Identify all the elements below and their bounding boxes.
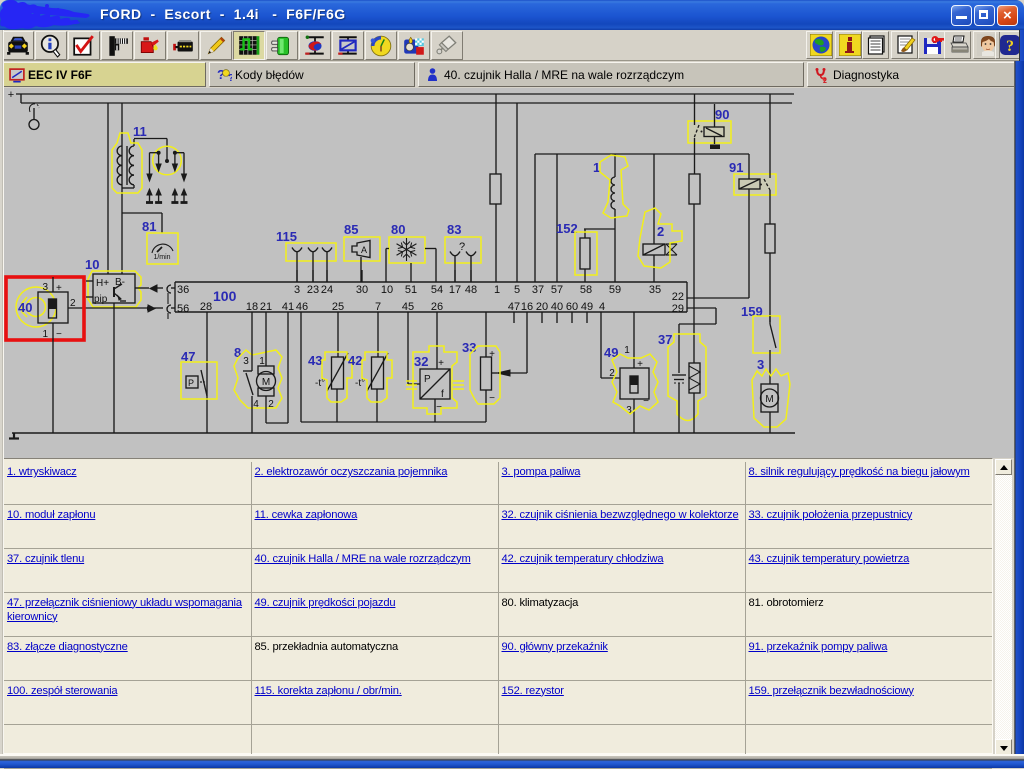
svg-text:43: 43 <box>308 353 322 368</box>
svg-text:20: 20 <box>536 301 548 313</box>
svg-text:-t°: -t° <box>315 378 325 389</box>
svg-text:3: 3 <box>757 357 764 372</box>
svg-text:2: 2 <box>823 78 827 83</box>
svg-text:A: A <box>361 245 367 255</box>
svg-text:P: P <box>424 374 431 385</box>
svg-text:29: 29 <box>672 303 684 315</box>
svg-text:2: 2 <box>268 399 274 410</box>
svg-text:16: 16 <box>521 301 533 313</box>
svg-text:42: 42 <box>348 353 362 368</box>
svg-text:M: M <box>262 377 270 388</box>
svg-text:P: P <box>188 378 194 388</box>
svg-text:2: 2 <box>70 298 76 309</box>
svg-text:40: 40 <box>18 300 32 315</box>
svg-text:90: 90 <box>715 107 729 122</box>
svg-text:1: 1 <box>624 345 630 356</box>
svg-text:11: 11 <box>133 124 147 139</box>
svg-text:21: 21 <box>260 301 272 313</box>
svg-text:H+: H+ <box>96 278 109 289</box>
svg-text:22: 22 <box>672 291 684 303</box>
svg-text:1/min: 1/min <box>153 254 170 261</box>
svg-text:32: 32 <box>414 354 428 369</box>
svg-text:B-: B- <box>115 277 125 288</box>
svg-text:58: 58 <box>580 284 592 296</box>
svg-text:−: − <box>489 393 495 404</box>
svg-text:pip: pip <box>94 294 108 305</box>
svg-text:+: + <box>56 283 62 294</box>
svg-text:3: 3 <box>626 405 632 416</box>
svg-text:49: 49 <box>581 301 593 313</box>
svg-text:41: 41 <box>282 301 294 313</box>
svg-text:46: 46 <box>296 301 308 313</box>
svg-text:51: 51 <box>405 284 417 296</box>
svg-text:18: 18 <box>246 301 258 313</box>
svg-text:59: 59 <box>609 284 621 296</box>
svg-text:81: 81 <box>142 219 156 234</box>
svg-text:85: 85 <box>344 222 358 237</box>
svg-text:26: 26 <box>431 301 443 313</box>
svg-text:M: M <box>765 394 773 405</box>
svg-text:1: 1 <box>593 160 600 175</box>
svg-text:5: 5 <box>514 284 520 296</box>
svg-text:+: + <box>8 89 14 101</box>
svg-text:30: 30 <box>356 284 368 296</box>
svg-text:3: 3 <box>294 284 300 296</box>
svg-text:33: 33 <box>462 340 476 355</box>
svg-text:10: 10 <box>85 257 99 272</box>
svg-text:?: ? <box>228 73 232 83</box>
svg-text:?: ? <box>459 241 465 253</box>
svg-text:4: 4 <box>599 301 605 313</box>
svg-text:80: 80 <box>391 222 405 237</box>
svg-text:54: 54 <box>431 284 443 296</box>
svg-text:1: 1 <box>259 356 265 367</box>
svg-text:115: 115 <box>276 229 297 244</box>
svg-text:25: 25 <box>332 301 344 313</box>
svg-text:17: 17 <box>449 284 461 296</box>
svg-text:3: 3 <box>243 356 249 367</box>
svg-text:7: 7 <box>375 301 381 313</box>
svg-text:49: 49 <box>604 345 618 360</box>
svg-text:3: 3 <box>42 282 48 293</box>
svg-text:+: + <box>637 359 643 370</box>
svg-text:1: 1 <box>494 284 500 296</box>
svg-text:57: 57 <box>551 284 563 296</box>
svg-text:35: 35 <box>649 284 661 296</box>
svg-text:48: 48 <box>465 284 477 296</box>
svg-text:56: 56 <box>177 303 189 315</box>
svg-text:1: 1 <box>42 329 48 340</box>
svg-text:60: 60 <box>566 301 578 313</box>
svg-text:40: 40 <box>551 301 563 313</box>
svg-text:10: 10 <box>381 284 393 296</box>
svg-text:83: 83 <box>447 222 461 237</box>
svg-text:−: − <box>56 329 62 340</box>
svg-text:45: 45 <box>402 301 414 313</box>
svg-text:f: f <box>441 389 444 400</box>
svg-text:37: 37 <box>532 284 544 296</box>
svg-text:24: 24 <box>321 284 333 296</box>
svg-text:4: 4 <box>253 399 259 410</box>
svg-text:23: 23 <box>307 284 319 296</box>
svg-text:−: − <box>643 396 649 407</box>
svg-text:?: ? <box>1006 38 1014 55</box>
svg-text:91: 91 <box>729 160 743 175</box>
svg-text:36: 36 <box>177 284 189 296</box>
svg-text:2: 2 <box>657 224 664 239</box>
svg-text:28: 28 <box>200 301 212 313</box>
svg-text:+: + <box>438 358 444 369</box>
svg-text:47: 47 <box>508 301 520 313</box>
svg-text:100: 100 <box>213 288 237 304</box>
svg-text:-t°: -t° <box>355 378 365 389</box>
